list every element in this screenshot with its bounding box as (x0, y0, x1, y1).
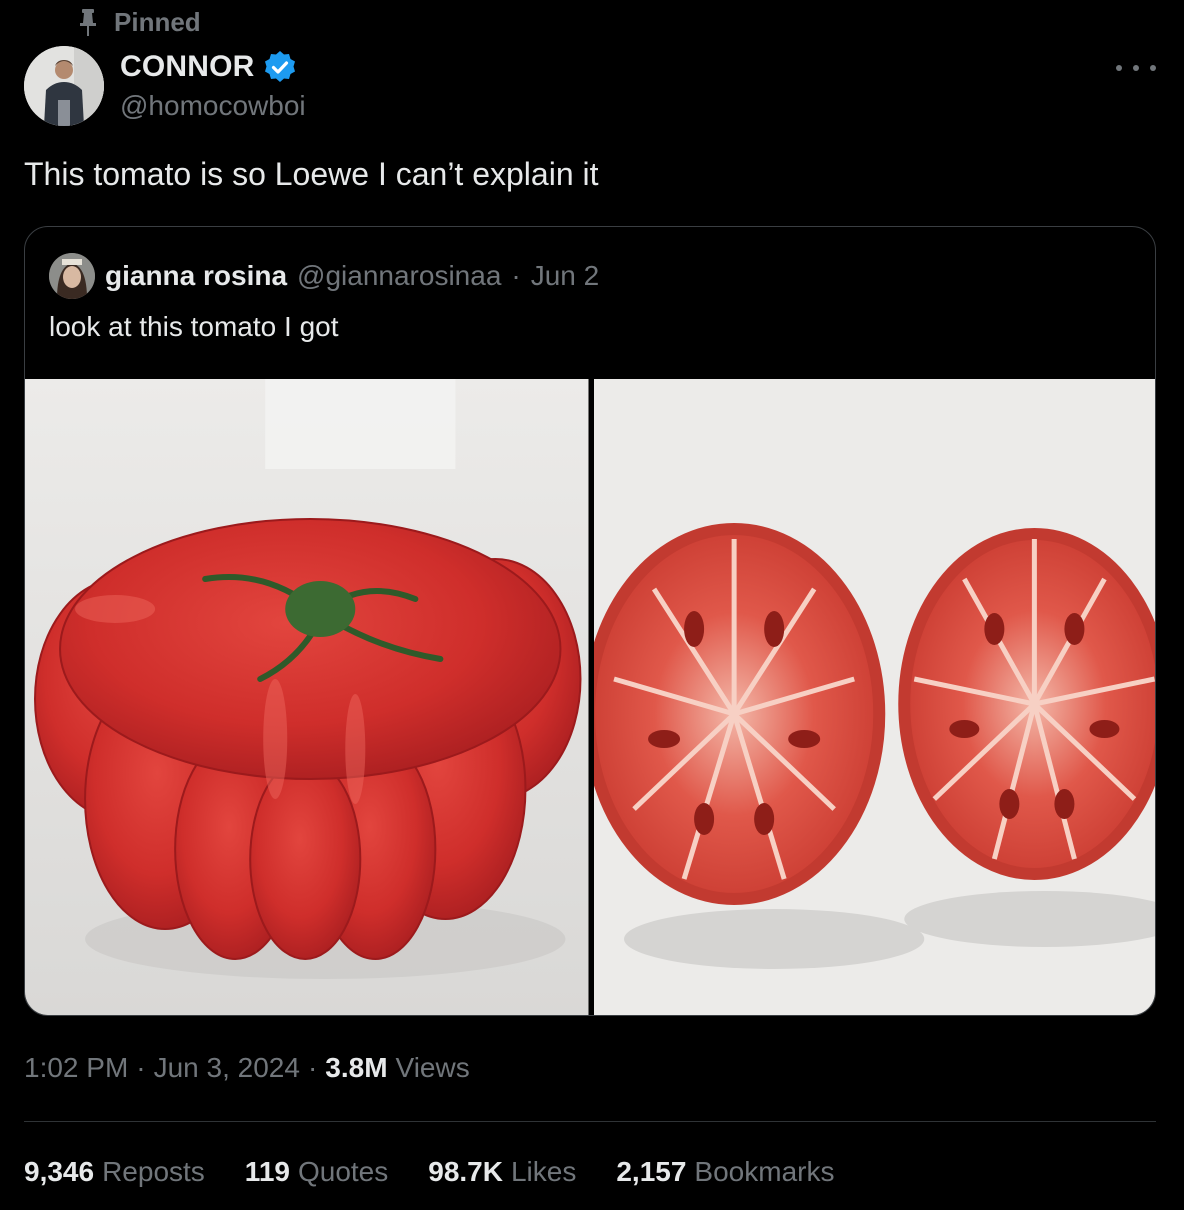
bookmarks-stat[interactable]: 2,157 Bookmarks (616, 1156, 834, 1188)
likes-stat[interactable]: 98.7K Likes (428, 1156, 576, 1188)
quoted-separator: · (511, 260, 521, 291)
more-horizontal-icon (1116, 65, 1122, 71)
author-handle[interactable]: @homocowboi (120, 90, 306, 122)
pinned-indicator: Pinned (76, 6, 201, 38)
reposts-count: 9,346 (24, 1156, 95, 1187)
tweet-date[interactable]: Jun 3, 2024 (154, 1052, 300, 1084)
bookmarks-count: 2,157 (616, 1156, 687, 1187)
tweet-meta: 1:02 PM · Jun 3, 2024 · 3.8M Views (24, 1052, 470, 1084)
likes-label: Likes (510, 1156, 577, 1187)
reposts-label: Reposts (102, 1156, 205, 1187)
pinned-label: Pinned (114, 6, 201, 37)
likes-count: 98.7K (428, 1156, 503, 1187)
media-photo-whole-tomato[interactable] (25, 379, 589, 1015)
pin-icon (76, 7, 100, 37)
quotes-label: Quotes (297, 1156, 389, 1187)
author-avatar[interactable] (24, 46, 104, 126)
views-count: 3.8M (325, 1052, 388, 1083)
views-label: Views (395, 1052, 470, 1083)
quoted-tweet-text: look at this tomato I got (49, 311, 339, 342)
quoted-tweet-header: gianna rosina @giannarosinaa · Jun 2 (49, 251, 599, 301)
tweet-time[interactable]: 1:02 PM (24, 1052, 128, 1084)
divider (24, 1121, 1156, 1122)
media-photo-tomato-halves[interactable] (593, 379, 1155, 1015)
engagement-stats: 9,346 Reposts 119 Quotes 98.7K Likes 2,1… (24, 1156, 834, 1188)
more-options-button[interactable] (1116, 56, 1156, 80)
quotes-count: 119 (244, 1156, 290, 1187)
quoted-tweet-card[interactable]: gianna rosina @giannarosinaa · Jun 2 loo… (24, 226, 1156, 1016)
meta-separator: · (136, 1052, 146, 1083)
reposts-stat[interactable]: 9,346 Reposts (24, 1156, 205, 1188)
tweet-text: This tomato is so Loewe I can’t explain … (24, 156, 599, 192)
meta-separator: · (307, 1052, 318, 1083)
quoted-date: Jun 2 (530, 260, 600, 291)
quoted-author-name: gianna rosina (105, 260, 288, 291)
author-name-row[interactable]: CONNOR (120, 48, 297, 86)
quoted-author-handle: @giannarosinaa (297, 260, 502, 291)
quotes-stat[interactable]: 119 Quotes (245, 1156, 388, 1188)
author-display-name[interactable]: CONNOR (120, 50, 255, 84)
verified-badge-icon[interactable] (263, 50, 297, 84)
quoted-media-grid (25, 379, 1155, 1015)
bookmarks-label: Bookmarks (694, 1156, 835, 1187)
quoted-author-avatar[interactable] (49, 253, 95, 299)
